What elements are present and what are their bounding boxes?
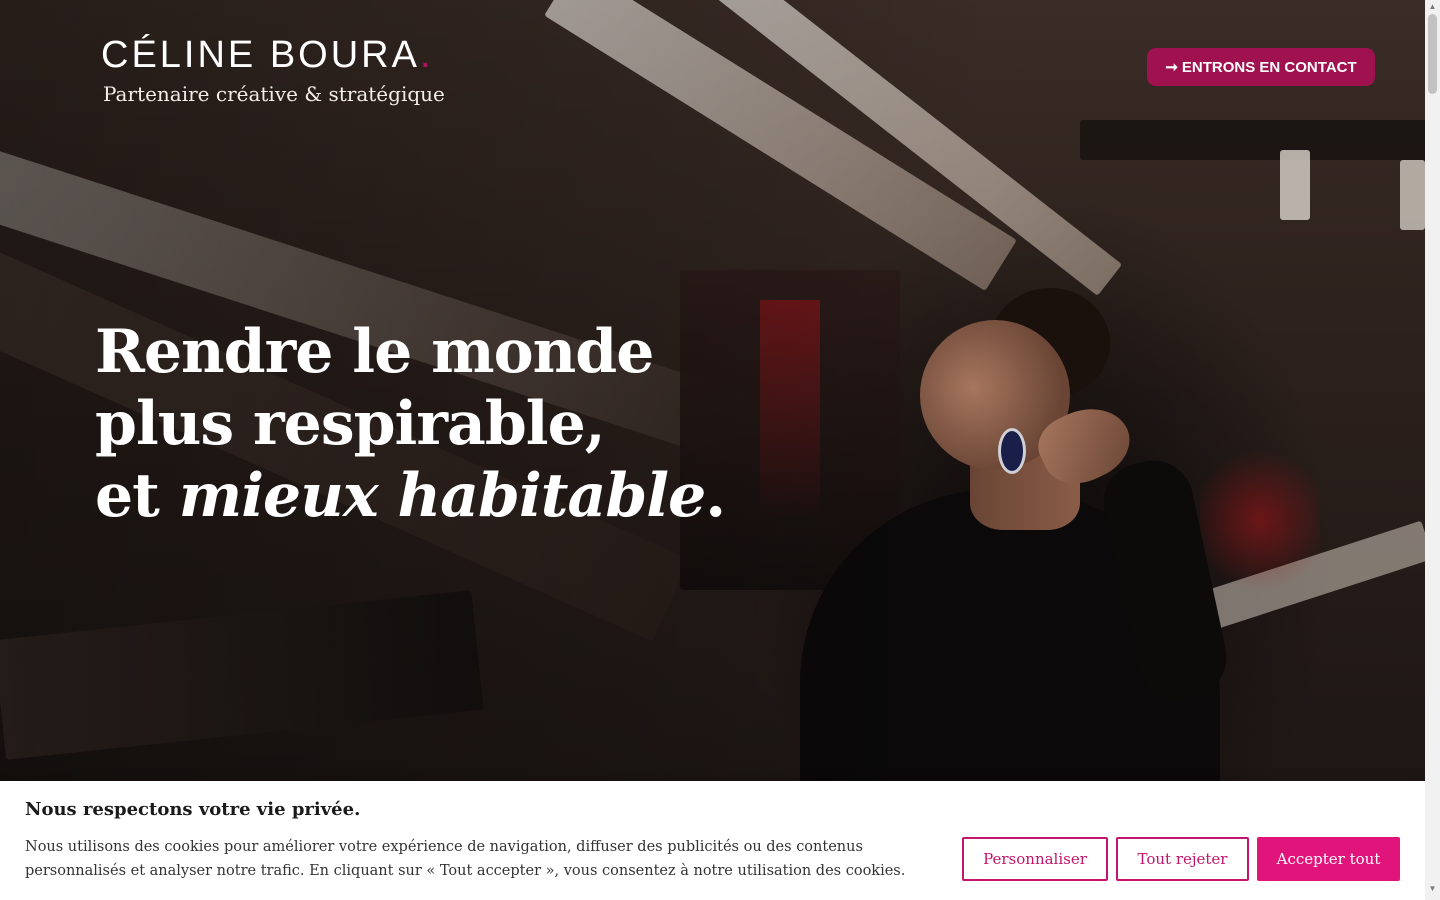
headline-line-2: plus respirable, — [95, 389, 606, 459]
headline-line-3: et mieux habitable. — [95, 460, 726, 532]
scroll-up-arrow-icon[interactable]: ▲ — [1425, 2, 1440, 12]
brand-dot: . — [419, 34, 434, 76]
cookie-title: Nous respectons votre vie privée. — [25, 799, 361, 820]
scrollbar-thumb[interactable] — [1428, 14, 1437, 94]
hero-headline: Rendre le monde plus respirable, et mieu… — [95, 316, 726, 532]
brand-tagline: Partenaire créative & stratégique — [103, 82, 445, 106]
headline-period: . — [705, 461, 726, 531]
reject-all-button[interactable]: Tout rejeter — [1116, 837, 1249, 881]
scroll-down-arrow-icon[interactable]: ▼ — [1425, 884, 1440, 894]
brand-name: CÉLINE BOURA. — [101, 34, 445, 76]
cookie-description: Nous utilisons des cookies pour améliore… — [25, 839, 906, 879]
accept-all-button[interactable]: Accepter tout — [1257, 837, 1400, 881]
brand-name-text: CÉLINE BOURA — [101, 34, 420, 76]
page-scrollbar[interactable]: ▲ ▼ — [1425, 0, 1440, 900]
headline-line-1: Rendre le monde — [95, 317, 654, 387]
headline-italic: mieux habitable — [178, 461, 706, 531]
hero-section: CÉLINE BOURA. Partenaire créative & stra… — [0, 0, 1425, 900]
site-logo[interactable]: CÉLINE BOURA. Partenaire créative & stra… — [101, 34, 445, 106]
customize-button[interactable]: Personnaliser — [962, 837, 1108, 881]
contact-cta-button[interactable]: ➞ ENTRONS EN CONTACT — [1147, 48, 1375, 86]
cookie-banner: Nous respectons votre vie privée. Nous u… — [0, 781, 1425, 900]
headline-line-3-start: et — [95, 461, 179, 531]
arrow-right-icon: ➞ — [1165, 59, 1178, 76]
cta-label: ENTRONS EN CONTACT — [1181, 58, 1357, 76]
